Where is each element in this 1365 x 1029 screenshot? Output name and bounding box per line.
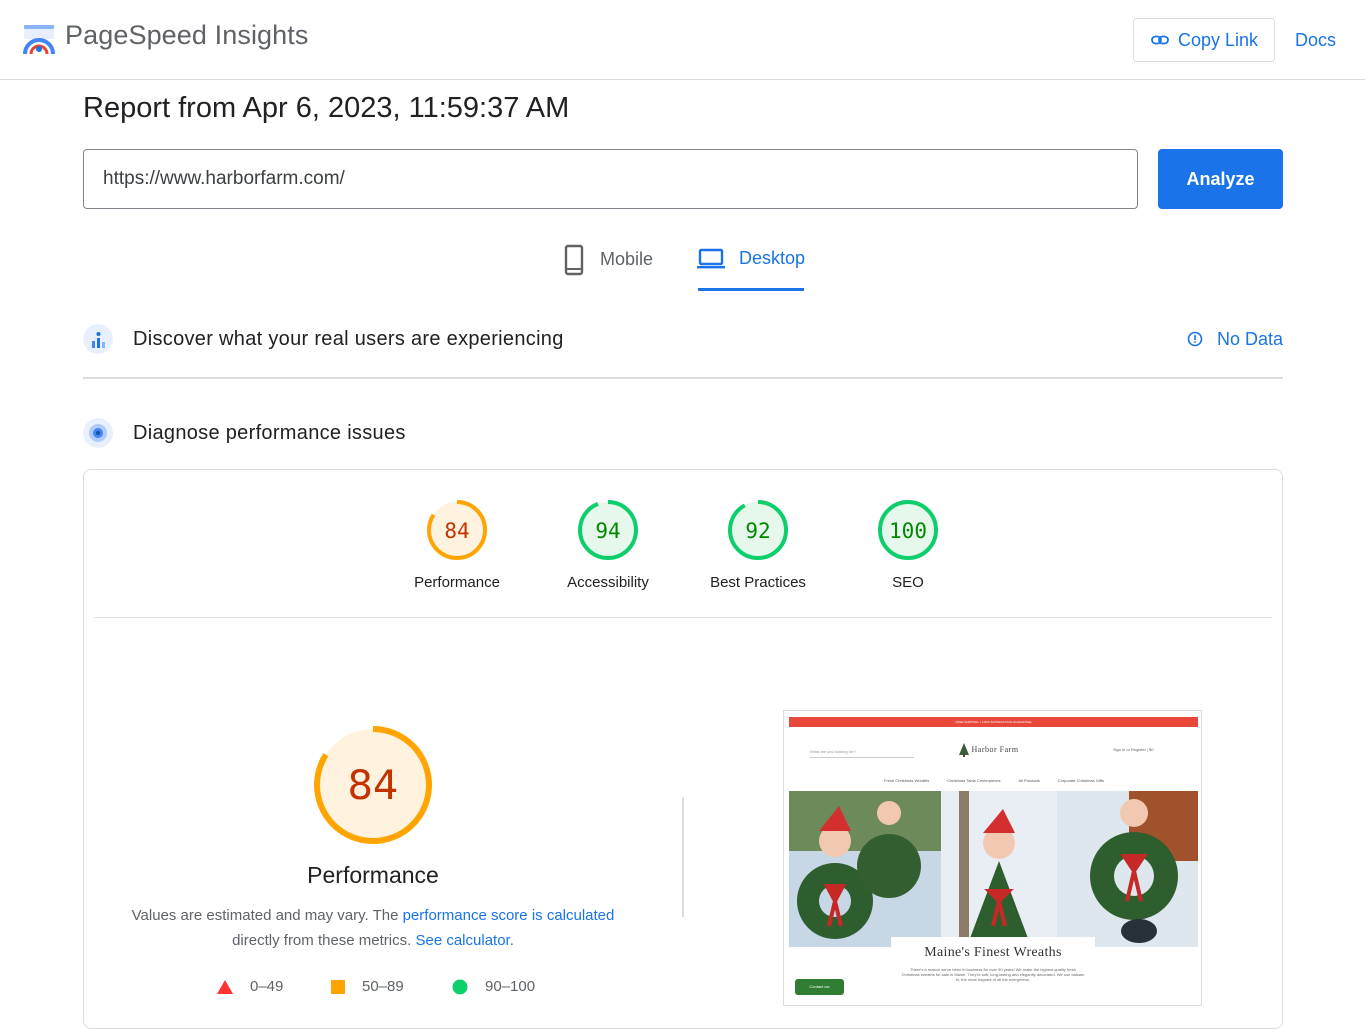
analyze-button[interactable]: Analyze [1158,149,1283,209]
copy-link-button[interactable]: Copy Link [1133,18,1275,62]
performance-score-link[interactable]: performance score is calculated [403,907,615,924]
screenshot-nav-item: Fresh Christmas Wreaths [884,778,930,783]
lab-data-section: Diagnose performance issues [83,417,1283,449]
gauge-value: 84 [444,519,469,543]
gauge-label: SEO [892,574,924,591]
performance-gauge: 84 [427,500,487,560]
url-input[interactable] [83,149,1138,209]
performance-description: Values are estimated and may vary. The p… [120,903,626,953]
seo-gauge: 100 [878,500,938,560]
accessibility-gauge: 94 [578,500,638,560]
screenshot-nav-item: All Products [1018,778,1040,783]
legend-fail: 0–49 [217,978,283,995]
triangle-icon [217,979,233,994]
no-data-link[interactable]: No Data [1187,329,1283,350]
gauge-label: Performance [414,574,500,591]
square-icon [331,979,345,994]
card-divider [94,617,1272,618]
legend-average-label: 50–89 [362,978,404,995]
screenshot-nav-item: Christmas Table Centerpieces [947,778,1001,783]
tab-active-indicator [698,288,804,291]
screenshot-nav: Fresh Christmas Wreaths Christmas Table … [884,778,1104,783]
gauge-seo[interactable]: 100 SEO [833,498,983,591]
screenshot-account: Sign in or Register | $0 [1113,747,1154,752]
smartphone-icon [564,244,584,276]
copy-link-label: Copy Link [1177,29,1259,50]
diagnose-radar-icon [83,418,113,448]
pagespeed-logo-icon[interactable] [22,24,56,56]
gauge-best-practices[interactable]: 92 Best Practices [683,498,833,591]
circle-icon [452,979,468,994]
performance-score-gauge: 84 [314,726,432,844]
gauge-value: 94 [595,519,620,543]
info-icon [1187,331,1203,347]
see-calculator-link[interactable]: See calculator. [415,932,513,949]
gauge-label: Best Practices [710,574,806,591]
tree-icon [959,743,969,757]
screenshot-caption: Maine's Finest Wreaths There's a reason … [891,937,1095,1005]
lab-data-title: Diagnose performance issues [133,421,406,444]
legend-pass-label: 90–100 [485,978,536,995]
screenshot-search: What are you looking for? [810,747,914,758]
screenshot-brand-name: Harbor Farm [971,744,1019,754]
screenshot-banner: FREE SHIPPING + 100% SATISFACTION GUARAN… [789,717,1198,727]
tab-desktop-label: Desktop [739,248,806,268]
tab-mobile[interactable]: Mobile [562,244,653,292]
tab-mobile-label: Mobile [600,249,654,269]
gauge-accessibility[interactable]: 94 Accessibility [533,498,683,591]
legend-average: 50–89 [331,978,404,995]
no-data-label: No Data [1216,328,1283,349]
performance-heading: Performance [307,862,439,888]
screenshot-nav-item: Corporate Christmas Gifts [1057,778,1104,783]
screenshot-contact-button: Contact us! [795,979,844,995]
users-chart-icon [83,324,113,354]
field-data-section: Discover what your real users are experi… [83,323,1283,355]
desc-text-1: Values are estimated and may vary. The [131,907,403,924]
laptop-icon [697,248,725,269]
screenshot-caption-body: There's a reason we've been in business … [901,967,1085,982]
gauge-label: Accessibility [567,574,649,591]
screenshot-brand: Harbor Farm [959,743,1019,757]
big-gauge-value: 84 [348,763,399,809]
wreath-photos [789,791,1198,947]
desc-text-2: directly from these metrics. [232,932,416,949]
legend-fail-label: 0–49 [250,978,284,995]
gauge-performance[interactable]: 84 Performance [382,498,532,591]
best-practices-gauge: 92 [728,500,788,560]
section-divider [83,377,1283,379]
top-bar: PageSpeed Insights Copy Link Docs [0,0,1365,80]
gauge-value: 100 [889,519,927,543]
vertical-divider [682,797,684,917]
link-icon [1151,35,1169,45]
legend-pass: 90–100 [452,978,535,995]
page-screenshot-preview[interactable]: FREE SHIPPING + 100% SATISFACTION GUARAN… [783,710,1202,1006]
report-title: Report from Apr 6, 2023, 11:59:37 AM [83,92,570,124]
screenshot-caption-title: Maine's Finest Wreaths [924,945,1062,960]
tab-desktop[interactable]: Desktop [697,244,805,292]
docs-link[interactable]: Docs [1295,30,1336,51]
field-data-title: Discover what your real users are experi… [133,327,564,350]
gauge-value: 92 [745,519,770,543]
app-title[interactable]: PageSpeed Insights [65,20,308,51]
